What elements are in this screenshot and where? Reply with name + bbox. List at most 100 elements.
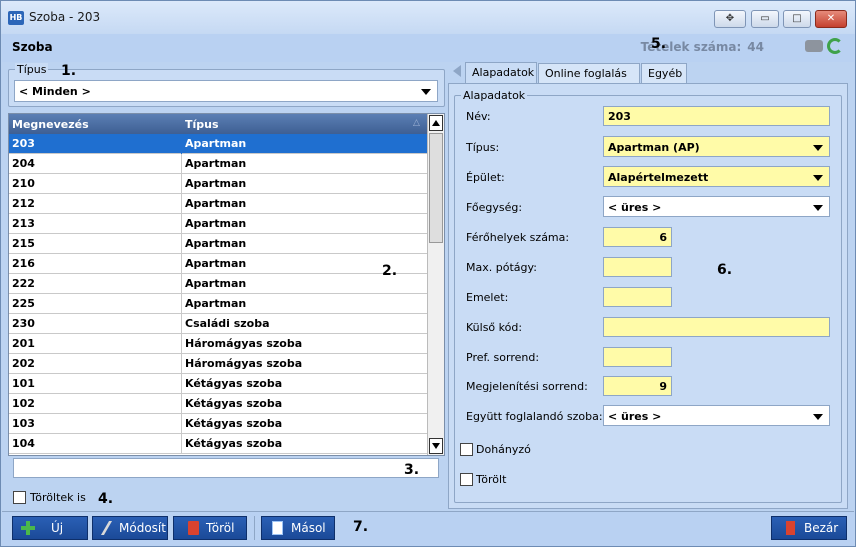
deleted-filter: Töröltek is (8, 488, 445, 510)
table-row[interactable]: 212 Apartman (9, 194, 427, 214)
trash-icon (188, 521, 199, 535)
type-filter-legend: Típus (15, 63, 49, 76)
type-filter-select[interactable]: < Minden > (14, 80, 438, 102)
cell-name: 213 (12, 217, 35, 230)
scroll-thumb[interactable] (429, 133, 443, 243)
extra-beds-label: Max. pótágy: (466, 261, 537, 274)
cell-type: Családi szoba (185, 317, 270, 330)
cell-type: Apartman (185, 177, 247, 190)
sort-icon: △ (413, 118, 420, 128)
together-room-select[interactable]: < üres > (603, 405, 830, 426)
table-row[interactable]: 103 Kétágyas szoba (9, 414, 427, 434)
main-unit-select[interactable]: < üres > (603, 196, 830, 217)
table-row[interactable]: 230 Családi szoba (9, 314, 427, 334)
cell-type: Apartman (185, 237, 247, 250)
column-header-type[interactable]: Típus (185, 118, 219, 131)
table-row[interactable]: 222 Apartman (9, 274, 427, 294)
table-row[interactable]: 201 Háromágyas szoba (9, 334, 427, 354)
column-divider (181, 174, 182, 194)
display-order-field[interactable]: 9 (603, 376, 672, 396)
table-row[interactable]: 203 Apartman (9, 134, 427, 154)
building-value: Alapértelmezett (608, 171, 709, 184)
close-button[interactable]: ✕ (815, 10, 847, 28)
tab-egyeb[interactable]: Egyéb (641, 63, 687, 84)
cell-name: 230 (12, 317, 35, 330)
floor-label: Emelet: (466, 291, 509, 304)
cell-type: Kétágyas szoba (185, 437, 283, 450)
new-button[interactable]: Új (12, 516, 88, 540)
table-row[interactable]: 215 Apartman (9, 234, 427, 254)
type-select[interactable]: Apartman (AP) (603, 136, 830, 157)
column-divider (181, 294, 182, 314)
copy-button[interactable]: Másol (261, 516, 335, 540)
table-row[interactable]: 213 Apartman (9, 214, 427, 234)
table-row[interactable]: 102 Kétágyas szoba (9, 394, 427, 414)
bottom-toolbar: Új Módosít Töröl Másol 7. Bezár (2, 511, 854, 546)
pencil-icon (100, 521, 116, 535)
column-divider (181, 274, 182, 294)
tab-alapadatok[interactable]: Alapadatok (465, 62, 537, 84)
close-form-button[interactable]: Bezár (771, 516, 847, 540)
smoking-checkbox[interactable] (460, 443, 473, 456)
deleted-checkbox[interactable] (460, 473, 473, 486)
delete-button[interactable]: Töröl (173, 516, 247, 540)
column-divider (181, 314, 182, 334)
tab-scroll-left-icon[interactable] (453, 65, 461, 77)
column-divider (181, 394, 182, 414)
cell-type: Apartman (185, 157, 247, 170)
minimize-button[interactable]: ▭ (751, 10, 779, 28)
table-row[interactable]: 204 Apartman (9, 154, 427, 174)
cell-type: Kétágyas szoba (185, 417, 283, 430)
external-code-field[interactable] (603, 317, 830, 337)
table-row[interactable]: 202 Háromágyas szoba (9, 354, 427, 374)
beds-field[interactable]: 6 (603, 227, 672, 247)
basic-data-legend: Alapadatok (461, 89, 528, 102)
quick-search-input[interactable] (13, 458, 439, 478)
move-button[interactable]: ✥ (714, 10, 746, 28)
beds-label: Férőhelyek száma: (466, 231, 570, 244)
marker-6: 6. (717, 262, 733, 278)
chevron-down-icon (813, 145, 823, 151)
column-header-name[interactable]: Megnevezés (12, 118, 89, 131)
show-deleted-checkbox[interactable] (13, 491, 26, 504)
table-row[interactable]: 101 Kétágyas szoba (9, 374, 427, 394)
building-select[interactable]: Alapértelmezett (603, 166, 830, 187)
column-divider (181, 414, 182, 434)
printer-icon[interactable] (805, 40, 823, 52)
table-row[interactable]: 210 Apartman (9, 174, 427, 194)
together-room-value: < üres > (608, 410, 662, 423)
name-label: Név: (466, 110, 491, 123)
table-scrollbar[interactable] (427, 114, 444, 455)
close-form-button-label: Bezár (804, 521, 839, 535)
tab-online-foglalas[interactable]: Online foglalás (538, 63, 640, 84)
cell-name: 216 (12, 257, 35, 270)
page-header: Szoba Tételek száma: 44 (2, 34, 854, 62)
refresh-icon[interactable] (827, 38, 843, 54)
column-divider (181, 254, 182, 274)
deleted-label: Törölt (476, 473, 507, 486)
name-field[interactable]: 203 (603, 106, 830, 126)
external-code-label: Külső kód: (466, 321, 523, 334)
pref-order-field[interactable] (603, 347, 672, 367)
maximize-button[interactable]: □ (783, 10, 811, 28)
cell-name: 202 (12, 357, 35, 370)
beds-value: 6 (659, 231, 667, 244)
smoking-label: Dohányzó (476, 443, 531, 456)
cell-type: Apartman (185, 197, 247, 210)
cell-type: Kétágyas szoba (185, 377, 283, 390)
floor-field[interactable] (603, 287, 672, 307)
column-divider (181, 234, 182, 254)
table-row[interactable]: 225 Apartman (9, 294, 427, 314)
cell-name: 201 (12, 337, 35, 350)
table-row[interactable]: 104 Kétágyas szoba (9, 434, 427, 454)
scroll-up-button[interactable] (429, 115, 443, 131)
edit-button[interactable]: Módosít (92, 516, 168, 540)
toolbar-separator (254, 516, 255, 540)
edit-button-label: Módosít (119, 521, 166, 535)
type-label: Típus: (466, 141, 500, 154)
cell-type: Háromágyas szoba (185, 357, 303, 370)
scroll-down-button[interactable] (429, 438, 443, 454)
extra-beds-field[interactable] (603, 257, 672, 277)
display-order-value: 9 (659, 380, 667, 393)
table-row[interactable]: 216 Apartman (9, 254, 427, 274)
